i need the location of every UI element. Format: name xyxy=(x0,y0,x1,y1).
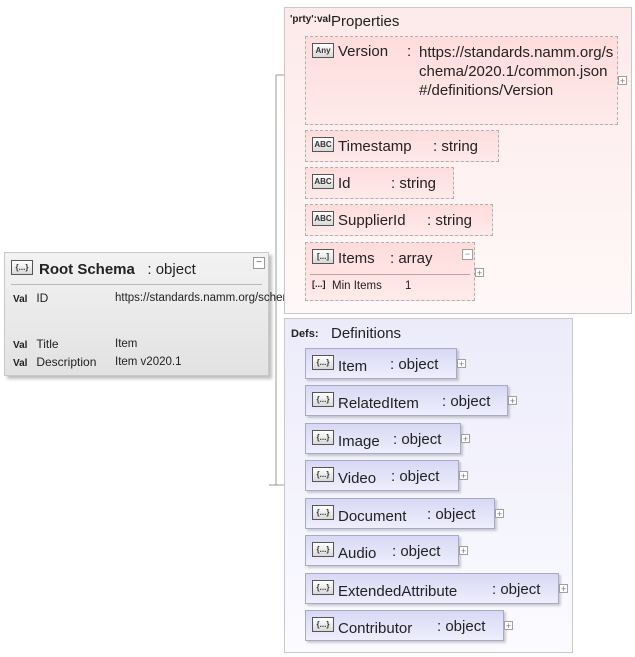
property-name: Timestamp xyxy=(338,138,412,155)
property-items[interactable]: [...] Items : array − [...] Min Items 1 xyxy=(305,242,475,301)
definitions-title: Definitions xyxy=(331,325,402,342)
object-icon: {...} xyxy=(312,467,334,482)
object-icon: {...} xyxy=(312,580,334,595)
expand-icon[interactable]: + xyxy=(459,546,468,556)
min-items-label: Min Items xyxy=(332,280,382,292)
val-tag: Val xyxy=(13,358,28,369)
property-timestamp[interactable]: ABC Timestamp : string xyxy=(305,130,499,162)
expand-icon[interactable]: + xyxy=(508,396,517,406)
property-type: : string xyxy=(433,138,479,155)
string-icon: ABC xyxy=(312,137,334,152)
property-id[interactable]: ABC Id : string xyxy=(305,167,454,199)
properties-title: Properties xyxy=(331,13,400,30)
def-item[interactable]: {...} Item : object xyxy=(305,348,457,379)
def-document[interactable]: {...} Document : object xyxy=(305,498,495,529)
def-type: : object xyxy=(427,506,476,523)
property-supplierid[interactable]: ABC SupplierId : string xyxy=(305,204,493,236)
def-audio[interactable]: {...} Audio : object xyxy=(305,535,459,566)
property-version[interactable]: Any Version : https://standards.namm.org… xyxy=(305,36,618,125)
row-key: Title xyxy=(36,337,59,351)
def-type: : object xyxy=(391,468,440,485)
property-name: Version xyxy=(338,43,389,60)
def-relateditem[interactable]: {...} RelatedItem : object xyxy=(305,385,508,416)
string-icon: ABC xyxy=(312,211,334,226)
def-type: : object xyxy=(437,618,486,635)
collapse-button[interactable]: − xyxy=(253,257,265,269)
root-schema-name: Root Schema xyxy=(39,261,135,278)
root-row-description: Val Description xyxy=(13,355,116,369)
object-icon: {...} xyxy=(312,542,334,557)
divider xyxy=(310,274,470,275)
def-type: : object xyxy=(392,543,441,560)
def-name: Video xyxy=(338,470,377,487)
val-tag: Val xyxy=(13,340,28,351)
def-type: : object xyxy=(393,431,442,448)
def-image[interactable]: {...} Image : object xyxy=(305,423,461,454)
property-type: : string xyxy=(391,175,437,192)
row-value-description: Item v2020.1 xyxy=(115,356,182,368)
def-name: ExtendedAttribute xyxy=(338,583,458,600)
min-items-value: 1 xyxy=(405,280,412,292)
root-row-id: Val ID xyxy=(13,291,116,305)
root-schema-type: : object xyxy=(147,261,196,278)
object-icon: {...} xyxy=(312,392,334,407)
val-tag: Val xyxy=(13,294,28,305)
property-value: https://standards.namm.org/schema/2020.1… xyxy=(419,44,614,99)
def-name: Contributor xyxy=(338,620,413,637)
def-name: Item xyxy=(338,358,368,375)
string-icon: ABC xyxy=(312,174,334,189)
root-schema-header: Root Schema : object xyxy=(39,261,196,278)
property-type: : string xyxy=(427,212,473,229)
def-type: : object xyxy=(442,393,491,410)
expand-icon[interactable]: + xyxy=(475,268,484,278)
def-type: : object xyxy=(492,581,541,598)
definitions-tag: Defs: xyxy=(291,328,319,340)
properties-tag: 'prty':val xyxy=(290,14,331,25)
def-name: RelatedItem xyxy=(338,395,419,412)
object-icon: {...} xyxy=(11,260,33,275)
def-name: Document xyxy=(338,508,407,525)
object-icon: {...} xyxy=(312,505,334,520)
row-value-id: https://standards.namm.org/schema/2020.1… xyxy=(115,292,387,304)
object-icon: {...} xyxy=(312,430,334,445)
expand-icon[interactable]: + xyxy=(495,509,504,519)
expand-icon[interactable]: + xyxy=(459,471,468,481)
property-name: Items xyxy=(338,250,375,267)
property-type: : xyxy=(407,43,412,60)
row-key: Description xyxy=(36,355,97,369)
array-icon: [...] xyxy=(312,249,334,264)
row-value-title: Item xyxy=(115,338,138,350)
def-extendedattribute[interactable]: {...} ExtendedAttribute : object xyxy=(305,573,559,604)
any-type-icon: Any xyxy=(312,43,334,58)
collapse-icon[interactable]: − xyxy=(462,249,473,260)
row-key: ID xyxy=(36,291,49,305)
def-name: Audio xyxy=(338,545,377,562)
property-name: SupplierId xyxy=(338,212,406,229)
expand-icon[interactable]: + xyxy=(504,621,513,631)
property-name: Id xyxy=(338,175,351,192)
def-name: Image xyxy=(338,433,380,450)
expand-icon[interactable]: + xyxy=(559,584,568,594)
object-icon: {...} xyxy=(312,355,334,370)
expand-icon[interactable]: + xyxy=(618,76,627,86)
def-type: : object xyxy=(390,356,439,373)
property-type: : array xyxy=(390,250,433,267)
root-schema-node[interactable]: {...} Root Schema : object − Val ID http… xyxy=(4,252,387,376)
expand-icon[interactable]: + xyxy=(461,434,470,444)
divider xyxy=(11,284,262,285)
array-sub-icon: [...] xyxy=(312,279,326,289)
def-video[interactable]: {...} Video : object xyxy=(305,460,459,491)
root-row-title: Val Title xyxy=(13,337,116,351)
def-contributor[interactable]: {...} Contributor : object xyxy=(305,610,504,641)
expand-icon[interactable]: + xyxy=(457,359,466,369)
object-icon: {...} xyxy=(312,617,334,632)
